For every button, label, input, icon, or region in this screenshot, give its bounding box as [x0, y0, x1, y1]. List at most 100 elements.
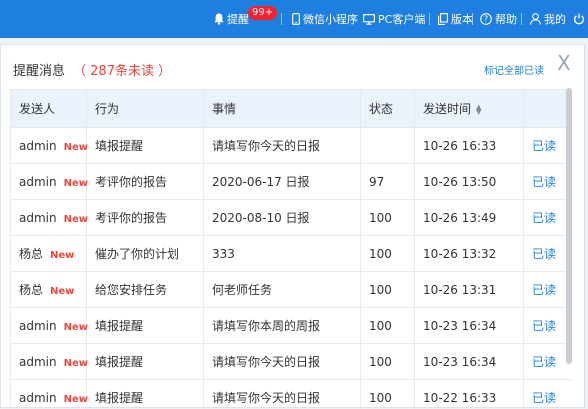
subject-cell: 请填写你今天的日报 [204, 128, 361, 164]
divider [429, 13, 430, 25]
mark-read-link[interactable]: 已读 [532, 319, 556, 333]
table-row: adminNew 填报提醒 请填写你今天的日报 10-26 16:33 已读 [11, 128, 572, 164]
time-cell: 10-23 16:34 [415, 344, 524, 380]
sender-name: admin [19, 391, 57, 405]
remind-count-badge: 99+ [248, 6, 277, 20]
table-row: 杨总New 给您安排任务 何老师任务 100 10-26 13:31 已读 [11, 272, 572, 308]
status-cell [361, 128, 415, 164]
status-cell: 100 [361, 344, 415, 380]
wechat-mini-program-link[interactable]: 微信小程序 [292, 0, 358, 38]
new-badge: New [64, 358, 88, 369]
action-cell: 填报提醒 [87, 344, 204, 380]
divider [521, 13, 522, 25]
sender-name: admin [19, 175, 57, 189]
column-header-time[interactable]: 发送时间 ▲▼ [415, 90, 524, 128]
new-badge: New [50, 250, 74, 261]
sender-cell: admin New [11, 200, 87, 236]
status-cell: 100 [361, 236, 415, 272]
sender-name: admin [19, 211, 57, 225]
time-cell: 10-26 13:32 [415, 236, 524, 272]
operation-cell: 已读 [524, 344, 572, 380]
message-table: 发送人 行为 事情 状态 发送时间▲▼ adminNew 填报提醒 请填写你今天… [10, 89, 571, 409]
help-label: 帮助 [495, 11, 517, 27]
subject-cell: 何老师任务 [204, 272, 361, 308]
operation-cell: 已读 [524, 236, 572, 272]
operation-cell: 已读 [524, 272, 572, 308]
operation-cell: 已读 [524, 164, 572, 200]
table-row: adminNew 填报提醒 请填写你今天的日报 100 10-23 16:34 … [11, 344, 572, 380]
mark-read-link[interactable]: 已读 [532, 283, 556, 297]
column-header-operation [524, 90, 572, 128]
subject-cell: 请填写你今天的日报 [204, 344, 361, 380]
power-icon [573, 13, 585, 25]
new-badge: New [50, 286, 74, 297]
new-badge: New [64, 178, 88, 189]
monitor-icon [363, 14, 375, 25]
new-badge: New [64, 322, 88, 333]
reminder-message-panel: 提醒消息（ 287条未读 ） 标记全部已读 X 发送人 行为 事情 状态 发送时… [0, 44, 585, 408]
copy-icon [438, 13, 448, 25]
message-table-container: 发送人 行为 事情 状态 发送时间▲▼ adminNew 填报提醒 请填写你今天… [10, 89, 571, 409]
divider [281, 13, 282, 25]
mark-read-link[interactable]: 已读 [532, 139, 556, 153]
version-link[interactable]: 版本 [438, 0, 473, 38]
sender-cell: adminNew [11, 128, 87, 164]
subject-cell: 请填写你本周的周报 [204, 308, 361, 344]
action-cell: 填报提醒 [87, 380, 204, 409]
operation-cell: 已读 [524, 380, 572, 409]
status-cell: 100 [361, 200, 415, 236]
time-cell: 10-26 13:50 [415, 164, 524, 200]
version-label: 版本 [451, 11, 473, 27]
remind-menu[interactable]: 提醒 [214, 0, 249, 38]
pc-client-link[interactable]: PC客户端 [363, 0, 425, 38]
mark-read-link[interactable]: 已读 [532, 355, 556, 369]
subject-cell: 333 [204, 236, 361, 272]
mark-read-link[interactable]: 已读 [532, 247, 556, 261]
sender-cell: admin New [11, 308, 87, 344]
table-row: adminNew 填报提醒 请填写你本周的周报 100 10-23 16:34 … [11, 308, 572, 344]
sender-cell: adminNew [11, 380, 87, 409]
mark-read-link[interactable]: 已读 [532, 391, 556, 405]
sender-name: admin [19, 319, 57, 333]
table-row: adminNew 填报提醒 请填写你今天的日报 100 10-22 16:33 … [11, 380, 572, 409]
mine-label: 我的 [544, 11, 566, 27]
logout-button[interactable] [573, 0, 588, 38]
unread-count: （ 287条未读 ） [73, 64, 171, 79]
action-cell: 填报提醒 [87, 128, 204, 164]
column-header-action: 行为 [87, 90, 204, 128]
time-cell: 10-26 16:33 [415, 128, 524, 164]
subject-cell: 请填写你今天的日报 [204, 380, 361, 409]
sender-cell: admin New [11, 164, 87, 200]
mark-read-link[interactable]: 已读 [532, 175, 556, 189]
sender-cell: 杨总New [11, 272, 87, 308]
mark-all-read-link[interactable]: 标记全部已读 [484, 62, 544, 77]
operation-cell: 已读 [524, 308, 572, 344]
scrollbar-thumb[interactable] [566, 88, 572, 364]
action-cell: 考评你的报告 [87, 164, 204, 200]
my-profile-link[interactable]: 我的 [530, 0, 566, 38]
sender-name: 杨总 [19, 247, 43, 261]
action-cell: 填报提醒 [87, 308, 204, 344]
help-link[interactable]: ? 帮助 [480, 0, 517, 38]
action-cell: 催办了你的计划 [87, 236, 204, 272]
time-cell: 10-26 13:31 [415, 272, 524, 308]
column-header-status: 状态 [361, 90, 415, 128]
time-header-label: 发送时间 [423, 102, 471, 116]
time-cell: 10-22 16:33 [415, 380, 524, 409]
table-row: adminNew 考评你的报告 2020-08-10 日报 100 10-26 … [11, 200, 572, 236]
mark-read-link[interactable]: 已读 [532, 211, 556, 225]
mini-program-label: 微信小程序 [303, 11, 358, 27]
table-row: adminNew 考评你的报告 2020-06-17 日报 97 10-26 1… [11, 164, 572, 200]
column-header-sender: 发送人 [11, 90, 87, 128]
time-cell: 10-26 13:49 [415, 200, 524, 236]
sort-icon[interactable]: ▲▼ [476, 105, 481, 115]
svg-text:?: ? [484, 15, 488, 24]
subject-cell: 2020-06-17 日报 [204, 164, 361, 200]
column-header-subject: 事情 [204, 90, 361, 128]
operation-cell: 已读 [524, 200, 572, 236]
status-cell: 100 [361, 380, 415, 409]
close-icon[interactable]: X [557, 53, 571, 73]
sender-cell: adminNew [11, 344, 87, 380]
new-badge: New [64, 214, 88, 225]
bell-icon [214, 13, 224, 25]
